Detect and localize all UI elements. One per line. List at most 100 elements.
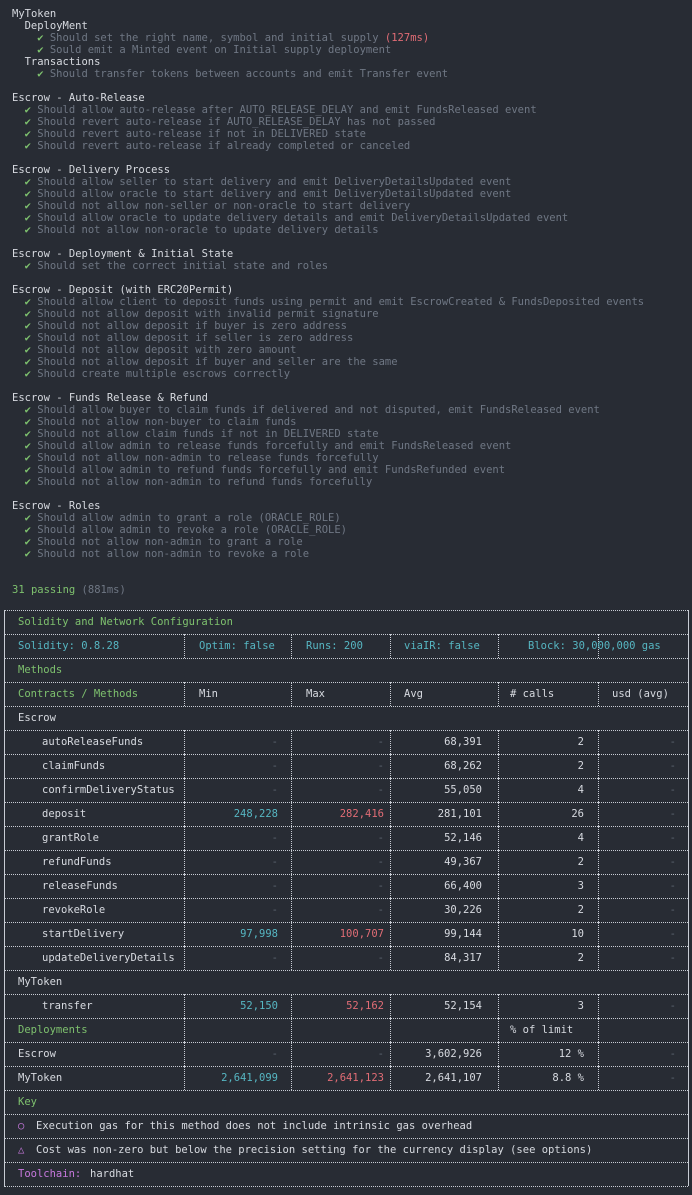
row-divider <box>4 706 688 707</box>
key-title: Key <box>18 1096 37 1108</box>
test-title: Should allow seller to start delivery an… <box>37 176 512 188</box>
test-title: Should set the correct initial state and… <box>37 260 329 272</box>
column-divider <box>498 682 499 706</box>
column-divider <box>598 922 599 946</box>
column-divider <box>390 1066 391 1090</box>
method-min-gas: - <box>271 832 278 844</box>
test-title: Should revert auto-release if already co… <box>37 140 411 152</box>
column-divider <box>390 1018 391 1042</box>
deployment-max-gas: 2,641,123 <box>327 1072 384 1084</box>
method-max-gas: 52,162 <box>346 1000 384 1012</box>
method-usd-avg: - <box>669 952 676 964</box>
method-max-gas: - <box>377 784 384 796</box>
column-divider <box>4 946 5 970</box>
test-title: Should revert auto-release if AUTO_RELEA… <box>37 116 436 128</box>
check-icon: ✔ <box>37 44 44 56</box>
column-divider <box>390 778 391 802</box>
key-description: Cost was non-zero but below the precisio… <box>36 1144 593 1156</box>
column-divider <box>390 1042 391 1066</box>
column-divider <box>4 826 5 850</box>
method-call-count: 2 <box>577 904 584 916</box>
column-divider <box>291 874 292 898</box>
test-passed-line: ✔ Should not allow non-admin to release … <box>0 452 692 464</box>
header-contracts: Contracts / Methods <box>18 688 139 700</box>
test-title: Should not allow non-admin to refund fun… <box>37 476 373 488</box>
column-divider <box>4 1090 5 1114</box>
header-usd: usd (avg) <box>612 688 669 700</box>
check-icon: ✔ <box>24 116 31 128</box>
column-divider <box>688 874 689 898</box>
column-divider <box>498 1066 499 1090</box>
check-icon: ✔ <box>24 356 31 368</box>
column-divider <box>498 778 499 802</box>
test-passed-line: ✔ Should set the right name, symbol and … <box>0 32 692 44</box>
column-divider <box>4 706 5 730</box>
method-avg-gas: 52,146 <box>444 832 482 844</box>
column-divider <box>4 658 5 682</box>
test-title: Should allow admin to release funds forc… <box>37 440 512 452</box>
column-divider <box>291 802 292 826</box>
deployment-min-gas: 2,641,099 <box>221 1072 278 1084</box>
column-divider <box>184 874 185 898</box>
method-max-gas: - <box>377 904 384 916</box>
suite-name: Escrow - Deployment & Initial State <box>12 248 234 260</box>
suite-name: Escrow - Delivery Process <box>12 164 171 176</box>
test-passed-line: ✔ Should allow auto-release after AUTO_R… <box>0 104 692 116</box>
method-call-count: 2 <box>577 760 584 772</box>
column-divider <box>498 922 499 946</box>
method-usd-avg: - <box>669 832 676 844</box>
check-icon: ✔ <box>37 68 44 80</box>
deployment-usd: - <box>669 1072 676 1084</box>
optimizer-setting: Optim: false <box>199 640 275 652</box>
column-divider <box>390 850 391 874</box>
column-divider <box>688 898 689 922</box>
column-divider <box>598 874 599 898</box>
config-title: Solidity and Network Configuration <box>18 616 233 628</box>
suite-name: Escrow - Roles <box>12 500 101 512</box>
column-divider <box>184 1018 185 1042</box>
method-name: claimFunds <box>42 760 106 772</box>
method-name: deposit <box>42 808 87 820</box>
test-passed-line: ✔ Should not allow deposit with invalid … <box>0 308 692 320</box>
check-icon: ✔ <box>37 32 44 44</box>
toolchain-value: hardhat <box>90 1168 135 1180</box>
column-divider <box>184 778 185 802</box>
total-duration: (881ms) <box>81 584 126 596</box>
check-icon: ✔ <box>24 224 31 236</box>
column-divider <box>184 826 185 850</box>
test-passed-line: ✔ Should not allow deposit if buyer is z… <box>0 320 692 332</box>
block-gas-limit: Block: 30,000,000 gas <box>528 640 661 652</box>
test-title: Should not allow non-oracle to update de… <box>37 224 379 236</box>
header-percent-limit: % of limit <box>510 1024 574 1036</box>
method-avg-gas: 49,367 <box>444 856 482 868</box>
method-name: releaseFunds <box>42 880 118 892</box>
method-usd-avg: - <box>669 1000 676 1012</box>
method-min-gas: 97,998 <box>240 928 278 940</box>
column-divider <box>291 1042 292 1066</box>
column-divider <box>184 946 185 970</box>
check-icon: ✔ <box>24 140 31 152</box>
check-icon: ✔ <box>24 440 31 452</box>
column-divider <box>498 994 499 1018</box>
test-suite-title: Escrow - Funds Release & Refund <box>0 392 692 404</box>
column-divider <box>4 802 5 826</box>
method-max-gas: - <box>377 952 384 964</box>
row-divider <box>4 970 688 971</box>
toolchain-label: Toolchain: <box>18 1168 82 1180</box>
method-min-gas: - <box>271 952 278 964</box>
method-usd-avg: - <box>669 928 676 940</box>
column-divider <box>291 898 292 922</box>
method-avg-gas: 30,226 <box>444 904 482 916</box>
header-min: Min <box>199 688 218 700</box>
method-usd-avg: - <box>669 904 676 916</box>
column-divider <box>688 994 689 1018</box>
method-min-gas: - <box>271 880 278 892</box>
key-symbol-icon: △ <box>18 1144 25 1156</box>
column-divider <box>184 802 185 826</box>
check-icon: ✔ <box>24 548 31 560</box>
method-max-gas: - <box>377 856 384 868</box>
test-passed-line: ✔ Should allow admin to grant a role (OR… <box>0 512 692 524</box>
